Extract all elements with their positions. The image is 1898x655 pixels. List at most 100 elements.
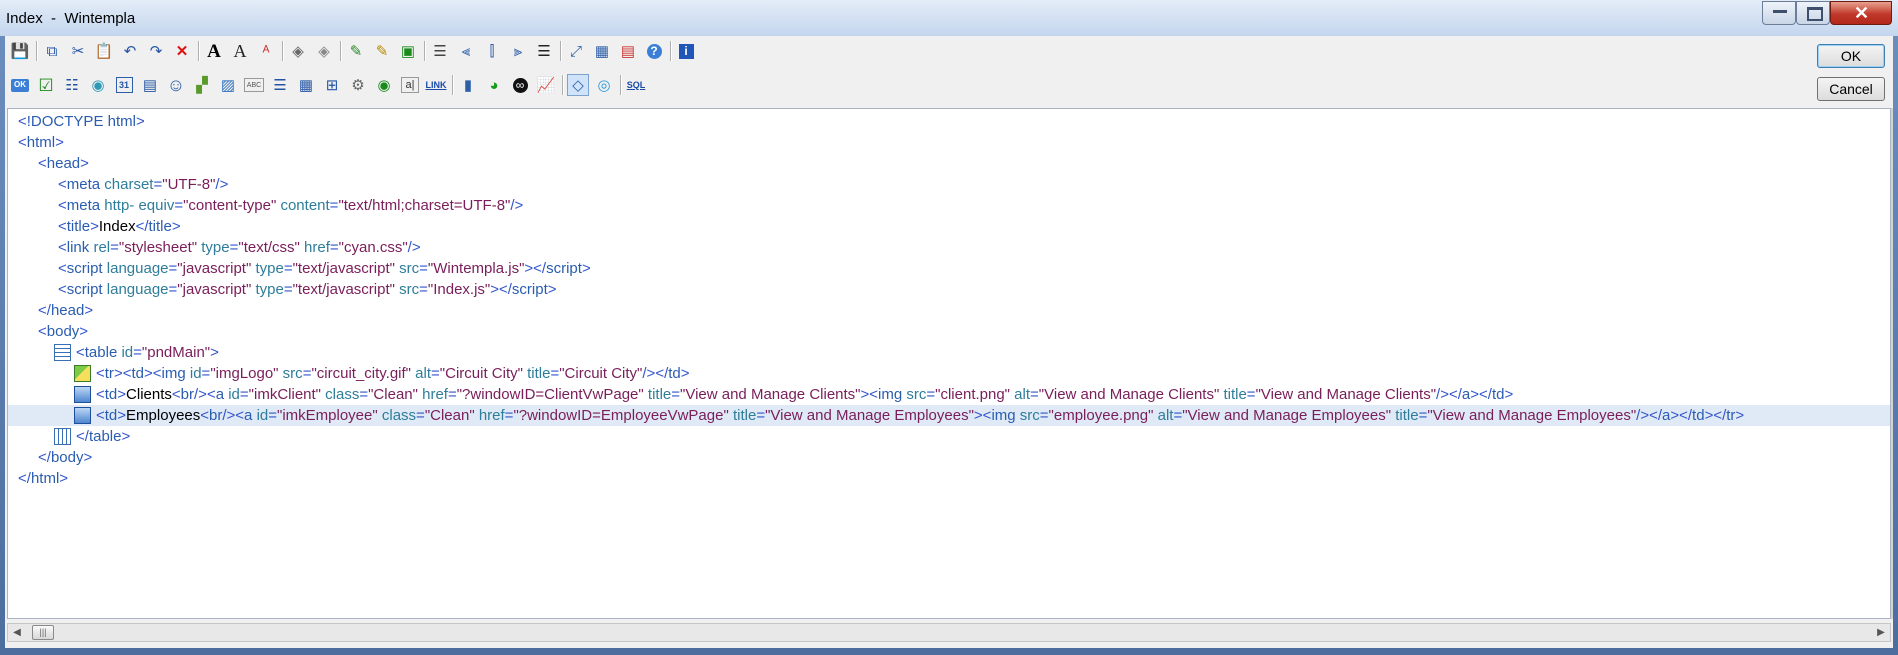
code-line[interactable]: <title>Index</title> bbox=[8, 216, 1890, 237]
code-line-text: <!DOCTYPE html> bbox=[18, 111, 145, 132]
redo-tool-button[interactable]: ↷ bbox=[145, 40, 167, 62]
code-line[interactable]: <body> bbox=[8, 321, 1890, 342]
fill-tool-button[interactable]: ◈ bbox=[287, 40, 309, 62]
smiley-tool-button[interactable]: ☺ bbox=[165, 74, 187, 96]
code-token: id bbox=[189, 365, 202, 382]
code-line[interactable]: <script language="javascript" type="text… bbox=[8, 258, 1890, 279]
code-token: "Wintempla.js" bbox=[427, 260, 525, 277]
auto-font-tool-button[interactable]: ᴬ bbox=[255, 40, 277, 62]
web-tool-button[interactable]: ◎ bbox=[593, 74, 615, 96]
font-tool-button[interactable]: A bbox=[203, 40, 225, 62]
code-token: = bbox=[283, 260, 293, 277]
sql-tool-button[interactable]: SQL bbox=[625, 74, 647, 96]
help-tool-button[interactable]: ? bbox=[643, 40, 665, 62]
justify-tool-button[interactable]: ☰ bbox=[533, 40, 555, 62]
code-token: table bbox=[84, 344, 122, 361]
link-tool-button[interactable]: LINK bbox=[425, 74, 447, 96]
close-button[interactable]: ✕ bbox=[1830, 1, 1892, 25]
align-right-tool-button[interactable]: ⫸ bbox=[507, 40, 529, 62]
code-token: "javascript" bbox=[177, 281, 252, 298]
table-node-icon[interactable] bbox=[54, 344, 71, 361]
minimize-button[interactable] bbox=[1762, 1, 1796, 25]
code-line[interactable]: <link rel="stylesheet" type="text/css" h… bbox=[8, 237, 1890, 258]
code-line[interactable]: </table> bbox=[8, 426, 1890, 447]
ok-button[interactable]: OK bbox=[1817, 44, 1885, 68]
auto-fill-tool-button[interactable]: ◈ bbox=[313, 40, 335, 62]
fit-tool-button[interactable]: ⤢ bbox=[565, 40, 587, 62]
radio-button-tool-button[interactable]: ◉ bbox=[373, 74, 395, 96]
code-token: />< bbox=[222, 407, 245, 424]
auto-lines-tool-button[interactable]: ☰ bbox=[429, 40, 451, 62]
listbox-tool-button[interactable]: ☷ bbox=[61, 74, 83, 96]
grid-view-tool-button[interactable]: ▦ bbox=[295, 74, 317, 96]
code-line[interactable]: <head> bbox=[8, 153, 1890, 174]
checkbox-tool-button[interactable]: ☑ bbox=[35, 74, 57, 96]
imgrow-node-icon[interactable] bbox=[74, 365, 91, 382]
abc-textbox-tool-button[interactable]: ABC bbox=[243, 74, 265, 96]
title-bar[interactable]: Index - Wintempla ✕ bbox=[0, 0, 1898, 36]
auto-pencils-tool-button[interactable]: ✎ bbox=[371, 40, 393, 62]
table-tool-button[interactable]: ▦ bbox=[591, 40, 613, 62]
code-line[interactable]: </body> bbox=[8, 447, 1890, 468]
code-line[interactable]: <meta charset="UTF-8"/> bbox=[8, 174, 1890, 195]
picture-tool-button[interactable]: ▨ bbox=[217, 74, 239, 96]
code-token: < bbox=[58, 239, 67, 256]
code-line[interactable]: <html> bbox=[8, 132, 1890, 153]
code-token: alt bbox=[411, 365, 432, 382]
sensor-tool-button[interactable]: ∞ bbox=[509, 74, 531, 96]
save-tool-button[interactable]: 💾 bbox=[9, 40, 31, 62]
grid-tool-button[interactable]: ▤ bbox=[617, 40, 639, 62]
horizontal-scrollbar[interactable]: ◀ ||| ▶ bbox=[7, 623, 1891, 642]
frame-tool-button[interactable]: ▣ bbox=[397, 40, 419, 62]
paste-tool-button[interactable]: 📋 bbox=[93, 40, 115, 62]
cancel-button[interactable]: Cancel bbox=[1817, 77, 1885, 101]
code-line[interactable]: </html> bbox=[8, 468, 1890, 489]
code-view-tool-button[interactable]: ◇ bbox=[567, 74, 589, 96]
code-token: img bbox=[991, 407, 1020, 424]
undo-tool-button[interactable]: ↶ bbox=[119, 40, 141, 62]
toolbar-separator bbox=[560, 41, 562, 61]
code-line[interactable]: <tr><td><img id="imgLogo" src="circuit_c… bbox=[8, 363, 1890, 384]
code-line[interactable]: <!DOCTYPE html> bbox=[8, 111, 1890, 132]
scroll-thumb[interactable]: ||| bbox=[32, 625, 54, 640]
code-line[interactable]: <script language="javascript" type="text… bbox=[8, 279, 1890, 300]
code-line[interactable]: <meta http- equiv="content-type" content… bbox=[8, 195, 1890, 216]
img-node-icon[interactable] bbox=[74, 386, 91, 403]
code-editor[interactable]: <!DOCTYPE html> <html> <head> <meta charset… bbox=[7, 108, 1891, 619]
help-icon: ? bbox=[646, 43, 662, 59]
copy-tool-button[interactable]: ⧉ bbox=[41, 40, 63, 62]
listview-tool-button[interactable]: ☰ bbox=[269, 74, 291, 96]
code-token: /></ bbox=[642, 365, 669, 382]
align-center-tool-button[interactable]: ⫿ bbox=[481, 40, 503, 62]
code-line[interactable]: <table id="pndMain"> bbox=[8, 342, 1890, 363]
scroll-left-icon[interactable]: ◀ bbox=[10, 626, 24, 639]
pie-chart-tool-button[interactable]: ◕ bbox=[483, 74, 505, 96]
maximize-button[interactable] bbox=[1796, 1, 1830, 25]
bar-chart-tool-button[interactable]: ▮ bbox=[457, 74, 479, 96]
label-tool-button[interactable]: a| bbox=[399, 74, 421, 96]
align-left-tool-button[interactable]: ⫷ bbox=[455, 40, 477, 62]
font-color-tool-button[interactable]: A bbox=[229, 40, 251, 62]
line-chart-tool-button[interactable]: 📈 bbox=[535, 74, 557, 96]
tree-view-tool-button[interactable]: ⊞ bbox=[321, 74, 343, 96]
scroll-right-icon[interactable]: ▶ bbox=[1874, 626, 1888, 639]
dropdown-tool-button[interactable]: ▤ bbox=[139, 74, 161, 96]
chart-image-tool-button[interactable]: ▞ bbox=[191, 74, 213, 96]
label-icon: a| bbox=[401, 77, 419, 93]
code-line[interactable]: <td>Clients<br/><a id="imkClient" class=… bbox=[8, 384, 1890, 405]
radio-tool-button[interactable]: ◉ bbox=[87, 74, 109, 96]
date-tool-button[interactable]: 31 bbox=[113, 74, 135, 96]
font-icon: A bbox=[207, 40, 221, 62]
tool-tool-button[interactable]: ⚙ bbox=[347, 74, 369, 96]
tableend-node-icon[interactable] bbox=[54, 428, 71, 445]
ok-button-tool-button[interactable]: OK bbox=[9, 74, 31, 96]
img-node-icon[interactable] bbox=[74, 407, 91, 424]
code-line[interactable]: <td>Employees<br/><a id="imkEmployee" cl… bbox=[8, 405, 1890, 426]
cut-tool-button[interactable]: ✂ bbox=[67, 40, 89, 62]
code-line[interactable]: </head> bbox=[8, 300, 1890, 321]
delete-tool-button[interactable]: ✕ bbox=[171, 40, 193, 62]
code-token: src bbox=[394, 260, 420, 277]
code-line-text: <script language="javascript" type="text… bbox=[58, 279, 557, 300]
info-tool-button[interactable]: i bbox=[675, 40, 697, 62]
pencils-tool-button[interactable]: ✎ bbox=[345, 40, 367, 62]
